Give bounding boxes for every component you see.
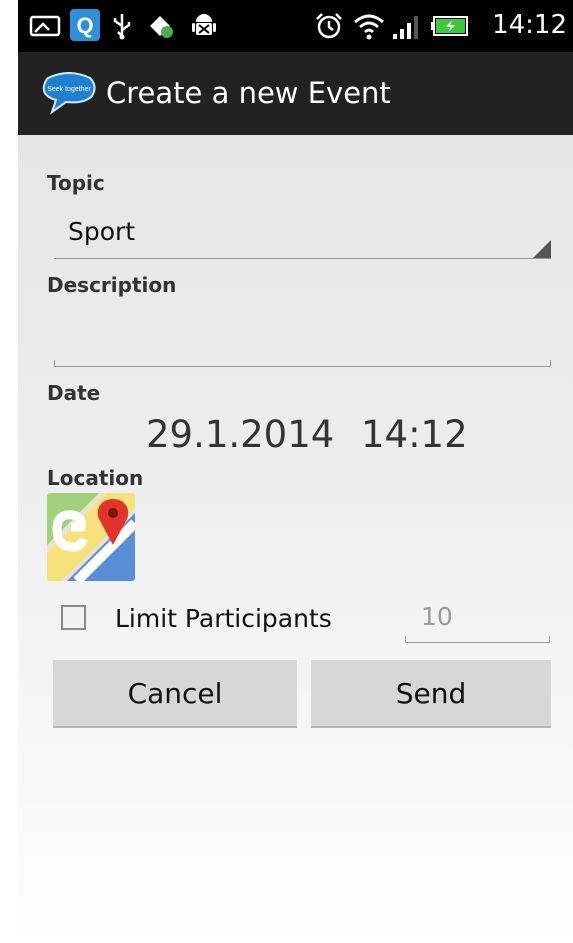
topic-label: Topic <box>47 171 105 195</box>
topic-value: Sport <box>68 217 136 246</box>
signal-icon <box>392 12 422 40</box>
gallery-notification-icon <box>28 12 62 40</box>
svg-text:Q: Q <box>76 13 93 38</box>
limit-tick-left <box>405 636 406 643</box>
description-input[interactable] <box>54 307 551 367</box>
status-time: 14:12 <box>492 10 567 40</box>
logo-text: Seek together <box>47 86 91 93</box>
create-event-form: Topic Sport Description Date 29.1.2014 1… <box>18 135 573 943</box>
description-tick-right <box>550 360 551 367</box>
android-debug-icon <box>190 12 218 40</box>
q-app-icon: Q <box>70 9 100 41</box>
speech-bubble-logo-icon[interactable]: Seek together <box>40 72 98 116</box>
wifi-icon <box>352 12 386 40</box>
description-tick-left <box>54 360 55 367</box>
time-value[interactable]: 14:12 <box>361 413 468 456</box>
description-label: Description <box>47 273 177 297</box>
dropdown-triangle-icon <box>533 240 551 258</box>
date-label: Date <box>47 381 101 405</box>
page-title: Create a new Event <box>106 76 391 110</box>
alarm-icon <box>314 12 344 40</box>
action-bar: Seek together Create a new Event <box>18 52 573 135</box>
location-label: Location <box>47 466 144 490</box>
status-bar: Q 14:12 <box>18 0 573 52</box>
limit-tick-right <box>549 636 550 643</box>
date-value[interactable]: 29.1.2014 <box>146 413 334 456</box>
limit-participants-checkbox[interactable] <box>61 605 86 630</box>
send-button[interactable]: Send <box>311 660 551 728</box>
spinner-underline <box>54 258 551 259</box>
battery-charging-icon <box>430 12 470 40</box>
sync-icon <box>146 12 176 40</box>
google-maps-icon[interactable] <box>47 493 135 581</box>
limit-value: 10 <box>421 602 453 631</box>
phone-screen: Q 14:12 Seek together Create a new Event… <box>0 0 573 943</box>
limit-underline <box>405 642 550 643</box>
cancel-button[interactable]: Cancel <box>53 660 297 728</box>
usb-icon <box>110 12 134 40</box>
limit-participants-label[interactable]: Limit Participants <box>115 604 332 633</box>
topic-spinner[interactable]: Sport <box>54 207 551 259</box>
description-underline <box>54 366 551 367</box>
